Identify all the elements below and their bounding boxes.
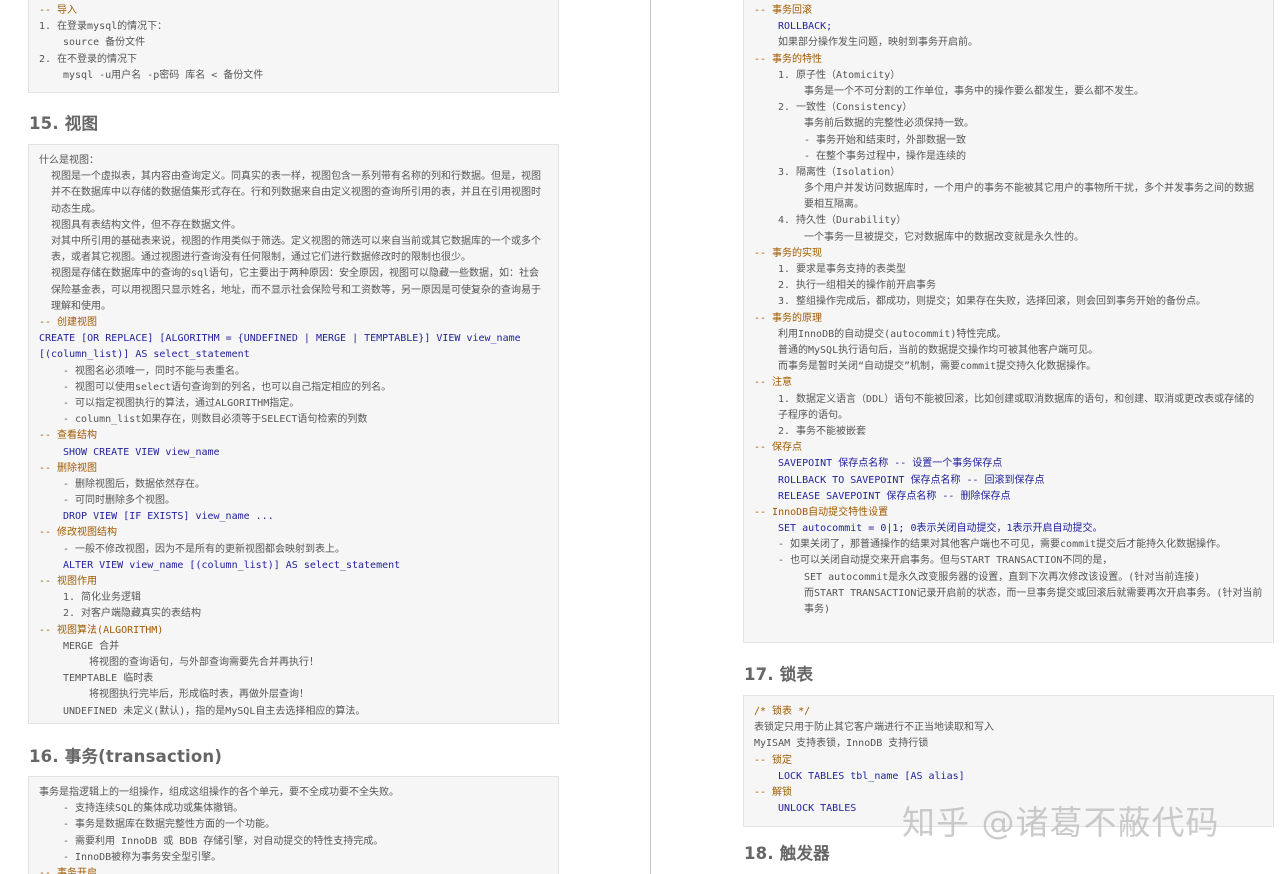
transaction-detail-code-block: -- 事务回滚 ROLLBACK; 如果部分操作发生问题，映射到事务开启前。 -- 事… — [743, 0, 1274, 643]
code-line: - 也可以关闭自动提交来开启事务。但与START TRANSACTION不同的是… — [778, 555, 1113, 567]
code-line: - InnoDB被称为事务安全型引擎。 — [63, 851, 222, 863]
code-line: 将视图执行完毕后，形成临时表，再做外层查询！ — [89, 689, 309, 701]
code-line: DROP VIEW [IF EXISTS] view_name ... — [63, 511, 274, 523]
code-line: SAVEPOINT 保存点名称 -- 设置一个事务保存点 — [778, 458, 1003, 470]
code-line: -- 事务开启 — [39, 867, 98, 874]
code-line: MyISAM 支持表锁，InnoDB 支持行锁 — [754, 738, 929, 750]
code-line: 1. 要求是事务支持的表类型 — [778, 264, 907, 276]
code-line: 一个事务一旦被提交，它对数据库中的数据改变就是永久性的。 — [804, 231, 1084, 243]
code-line: -- 删除视图 — [39, 462, 98, 474]
code-line: 而START TRANSACTION记录开启前的状态，而一旦事务提交或回滚后就需… — [804, 587, 1263, 616]
transaction-code-block: 事务是指逻辑上的一组操作，组成这组操作的各个单元，要不全成功要不全失败。 - 支持… — [28, 776, 559, 874]
code-line: source 备份文件 — [63, 37, 146, 49]
code-line: 事务是指逻辑上的一组操作，组成这组操作的各个单元，要不全成功要不全失败。 — [39, 787, 399, 798]
code-line: 2. 对客户端隐藏真实的表结构 — [63, 608, 202, 620]
code-line: 1. 在登录mysql的情况下： — [39, 21, 168, 33]
code-line: MERGE 合并 — [63, 640, 120, 652]
code-line: -- 修改视图结构 — [39, 527, 118, 539]
code-line: 什么是视图： — [39, 155, 99, 166]
code-line: -- 视图作用 — [39, 576, 98, 588]
code-line: SET autocommit = 0|1; 0表示关闭自动提交，1表示开启自动提… — [778, 523, 1103, 535]
code-line: 2. 事务不能被嵌套 — [778, 425, 867, 437]
code-line: 表锁定只用于防止其它客户端进行不正当地读取和写入 — [754, 722, 994, 734]
code-line: -- 视图算法(ALGORITHM) — [39, 624, 164, 636]
code-line: UNDEFINED 未定义(默认)，指的是MySQL自主去选择相应的算法。 — [63, 705, 366, 717]
section-15-title: 15. 视图 — [29, 114, 99, 133]
code-line: -- 事务回滚 — [754, 5, 813, 16]
code-line: - 可同时删除多个视图。 — [63, 495, 176, 507]
code-line: TEMPTABLE 临时表 — [63, 673, 154, 685]
code-line: 多个用户并发访问数据库时，一个用户的事务不能被其它用户的事物所干扰，多个并发事务… — [804, 183, 1254, 211]
code-line: -- 事务的实现 — [754, 247, 823, 259]
code-line: 2. 一致性（Consistency） — [778, 102, 913, 114]
view-code-block: 什么是视图： 视图是一个虚拟表，其内容由查询定义。同真实的表一样，视图包含一系列带… — [28, 144, 559, 724]
zhihu-watermark: 知乎 @诸葛不蔽代码 — [902, 803, 1220, 842]
code-line: 将视图的查询语句，与外部查询需要先合并再执行！ — [89, 656, 319, 668]
code-line: 视图具有表结构文件，但不存在数据文件。 — [51, 219, 241, 231]
code-line: - column_list如果存在，则数目必须等于SELECT语句检索的列数 — [63, 414, 368, 426]
code-line: 而事务是暂时关闭“自动提交”机制，需要commit提交持久化数据操作。 — [778, 361, 1097, 373]
code-line: - 在整个事务过程中，操作是连续的 — [804, 150, 967, 162]
code-line: - 事务开始和结束时，外部数据一致 — [804, 134, 967, 146]
code-line: SET autocommit是永久改变服务器的设置，直到下次再次修改该设置。(针… — [804, 571, 1201, 583]
code-line: 如果部分操作发生问题，映射到事务开启前。 — [778, 37, 978, 49]
section-18-title: 18. 触发器 — [744, 844, 830, 863]
left-page-column: -- 导入 1. 在登录mysql的情况下： source 备份文件 2. 在不登录的… — [0, 0, 651, 874]
code-line: - 视图名必须唯一，同时不能与表重名。 — [63, 365, 246, 377]
code-line: -- 导入 — [39, 5, 78, 16]
code-line: CREATE [OR REPLACE] [ALGORITHM = {UNDEFI… — [39, 333, 521, 361]
code-line: -- 查看结构 — [39, 430, 98, 442]
code-line: 事务前后数据的完整性必须保持一致。 — [804, 118, 974, 130]
code-line: 1. 简化业务逻辑 — [63, 592, 142, 604]
code-line: - 删除视图后，数据依然存在。 — [63, 478, 206, 490]
code-line: 4. 持久性（Durability） — [778, 215, 907, 227]
code-line: - 如果关闭了，那普通操作的结果对其他客户端也不可见，需要commit提交后才能… — [778, 539, 1227, 551]
code-line: /* 锁表 */ — [754, 706, 811, 717]
code-line: SHOW CREATE VIEW view_name — [63, 446, 220, 458]
section-16-title: 16. 事务(transaction) — [29, 747, 223, 766]
section-17-title: 17. 锁表 — [744, 665, 814, 684]
code-line: 2. 在不登录的情况下 — [39, 53, 138, 65]
code-line: 1. 数据定义语言（DDL）语句不能被回滚，比如创建或取消数据库的语句，和创建、… — [778, 393, 1255, 421]
code-line: - 一般不修改视图，因为不是所有的更新视图都会映射到表上。 — [63, 543, 346, 555]
code-line: ALTER VIEW view_name [(column_list)] AS … — [63, 559, 401, 571]
code-line: LOCK TABLES tbl_name [AS alias] — [778, 770, 965, 782]
code-line: 利用InnoDB的自动提交(autocommit)特性完成。 — [778, 328, 1007, 340]
code-line: 3. 隔离性（Isolation） — [778, 166, 901, 178]
code-line: 对其中所引用的基础表来说，视图的作用类似于筛选。定义视图的筛选可以来自当前或其它… — [51, 235, 541, 264]
code-line: - 事务是数据库在数据完整性方面的一个功能。 — [63, 819, 276, 831]
code-line: - 视图可以使用select语句查询到的列名，也可以自己指定相应的列名。 — [63, 381, 392, 393]
code-line: 视图是存储在数据库中的查询的sql语句，它主要出于两种原因：安全原因，视图可以隐… — [51, 268, 541, 312]
import-code-block: -- 导入 1. 在登录mysql的情况下： source 备份文件 2. 在不登录的… — [28, 0, 559, 93]
code-line: 视图是一个虚拟表，其内容由查询定义。同真实的表一样，视图包含一系列带有名称的列和… — [51, 171, 541, 215]
code-line: 3. 整组操作完成后，都成功，则提交；如果存在失败，选择回滚，则会回到事务开始的… — [778, 296, 1207, 308]
code-line: ROLLBACK TO SAVEPOINT 保存点名称 -- 回滚到保存点 — [778, 474, 1045, 486]
code-line: 2. 执行一组相关的操作前开启事务 — [778, 280, 937, 292]
code-line: -- 注意 — [754, 377, 793, 389]
code-line: mysql -u用户名 -p密码 库名 < 备份文件 — [63, 69, 264, 81]
code-line: 1. 原子性（Atomicity） — [778, 69, 901, 81]
code-line: -- InnoDB自动提交特性设置 — [754, 506, 889, 518]
code-line: -- 创建视图 — [39, 317, 98, 328]
code-line: RELEASE SAVEPOINT 保存点名称 -- 删除保存点 — [778, 490, 1011, 502]
code-line: -- 事务的特性 — [754, 53, 823, 65]
code-line: 事务是一个不可分割的工作单位，事务中的操作要么都发生，要么都不发生。 — [804, 85, 1144, 97]
code-line: - 可以指定视图执行的算法，通过ALGORITHM指定。 — [63, 397, 300, 409]
code-line: -- 事务的原理 — [754, 312, 823, 324]
code-line: -- 锁定 — [754, 754, 793, 766]
right-page-column: -- 事务回滚 ROLLBACK; 如果部分操作发生问题，映射到事务开启前。 -- 事… — [652, 0, 1286, 874]
code-line: - 需要利用 InnoDB 或 BDB 存储引擎，对自动提交的特性支持完成。 — [63, 835, 384, 847]
code-line: -- 保存点 — [754, 442, 803, 454]
code-line: ROLLBACK; — [778, 21, 833, 33]
code-line: 普通的MySQL执行语句后，当前的数据提交操作均可被其他客户端可见。 — [778, 344, 1099, 356]
code-line: - 支持连续SQL的集体成功或集体撤销。 — [63, 803, 244, 815]
